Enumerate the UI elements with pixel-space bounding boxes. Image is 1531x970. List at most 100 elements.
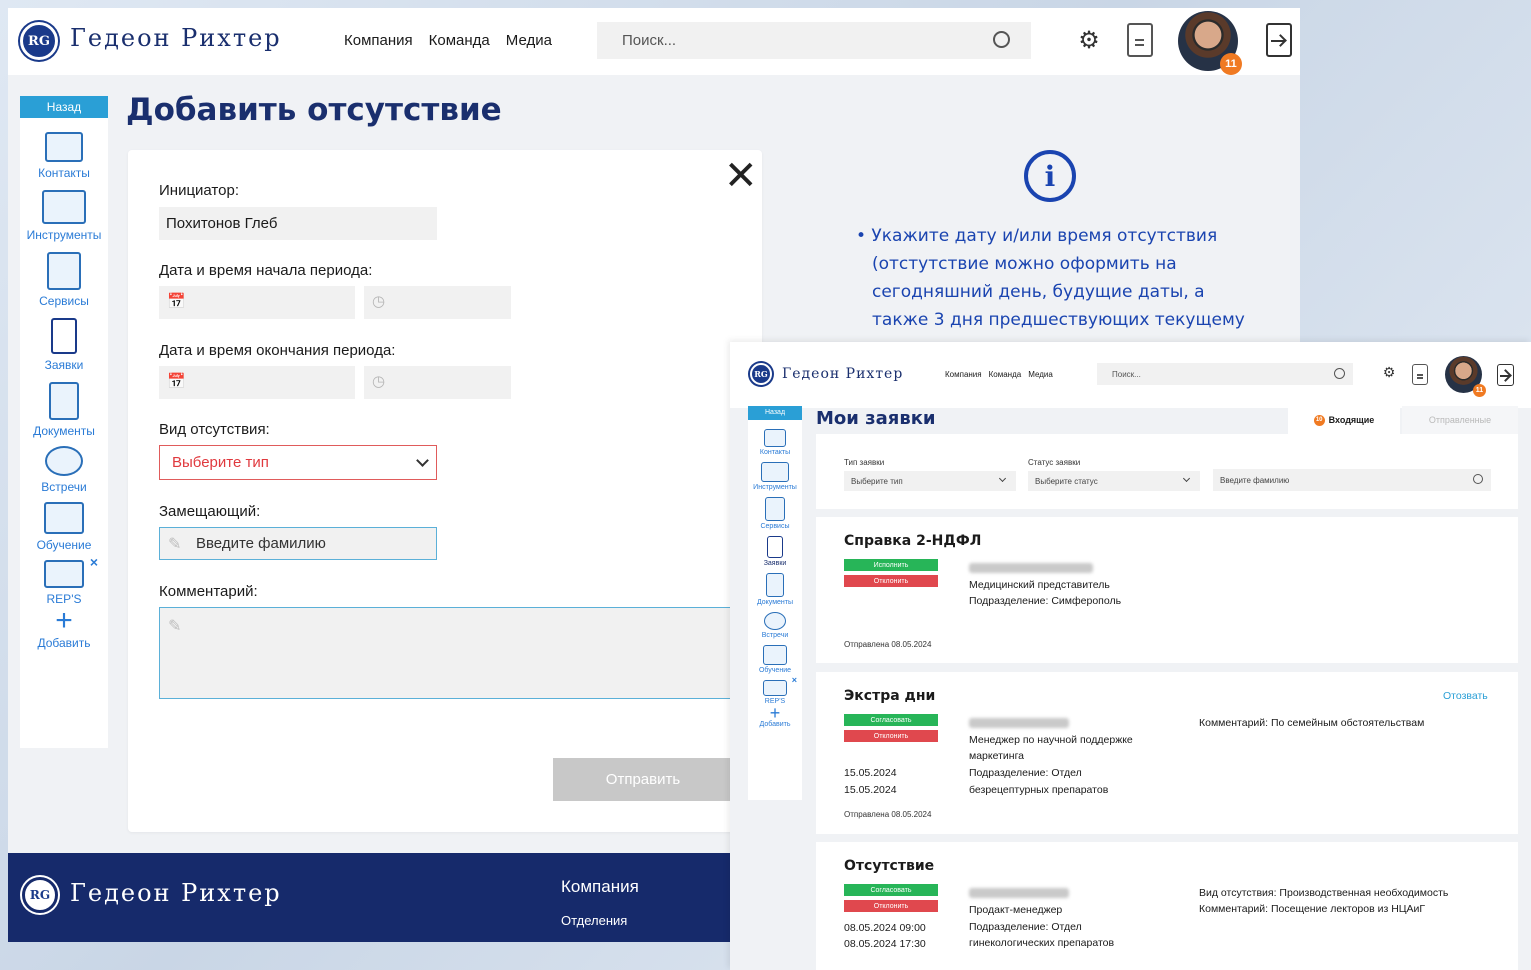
meetings-icon (764, 612, 786, 630)
training-icon (762, 645, 787, 665)
footer-logo-icon[interactable]: RG (22, 877, 58, 913)
close-icon[interactable]: × (90, 554, 98, 570)
plus-icon: + (55, 604, 73, 637)
documents-icon (766, 573, 784, 597)
search-input[interactable]: Поиск... (597, 22, 1031, 59)
end-date-input[interactable]: 📅 (159, 366, 355, 399)
brand-logo-icon[interactable]: RG (20, 22, 58, 60)
settings-gear-icon[interactable]: ⚙ (1077, 26, 1101, 54)
absence-type-select[interactable]: Выберите тип (159, 445, 437, 480)
status-filter-select[interactable]: Выберите статус (1028, 471, 1200, 491)
requests-icon (51, 318, 77, 354)
sidebar-item-tools[interactable]: Инструменты (753, 462, 797, 491)
nav-item-company[interactable]: Компания (344, 32, 413, 49)
sidebar-item-tools[interactable]: Инструменты (27, 190, 101, 242)
close-icon[interactable]: × (792, 675, 797, 685)
sidebar-item-training[interactable]: Обучение (37, 502, 91, 552)
info-line: сегодняшний день, будущие даты, а (872, 282, 1205, 302)
reject-button[interactable]: Отклонить (844, 575, 938, 587)
document-icon[interactable] (1412, 364, 1428, 385)
deputy-label: Замещающий: (159, 503, 261, 520)
reject-button[interactable]: Отклонить (844, 900, 938, 912)
request-card: Отсутствие Согласовать Отклонить Продакт… (816, 842, 1518, 970)
footer-link-departments[interactable]: Отделения (561, 913, 627, 928)
brand-name: Гедеон Рихтер (70, 24, 282, 52)
sidebar-item-services[interactable]: Сервисы (760, 497, 790, 530)
sidebar-label: Сервисы (39, 294, 89, 308)
execute-button[interactable]: Исполнить (844, 559, 938, 571)
comment-textarea[interactable]: ✎ (159, 607, 739, 699)
status-filter-label: Статус заявки (1028, 458, 1081, 467)
sidebar-item-reps[interactable]: × REP'S (44, 554, 98, 606)
start-period-label: Дата и время начала периода: (159, 262, 373, 279)
contacts-icon (45, 132, 83, 162)
search-icon[interactable] (993, 31, 1010, 48)
notification-badge: 11 (1220, 53, 1242, 75)
start-date-input[interactable]: 📅 (159, 286, 355, 319)
sidebar-item-documents[interactable]: Документы (757, 573, 793, 606)
sidebar-item-services[interactable]: Сервисы (39, 252, 89, 308)
sidebar-item-documents[interactable]: Документы (33, 382, 95, 438)
back-button[interactable]: Назад (748, 406, 802, 420)
sidebar-item-contacts[interactable]: Контакты (760, 429, 790, 456)
brand-logo-icon[interactable]: RG (750, 363, 772, 385)
footer-heading[interactable]: Компания (561, 877, 639, 897)
settings-gear-icon[interactable]: ⚙ (1382, 365, 1396, 381)
pencil-icon: ✎ (168, 536, 182, 553)
submit-button[interactable]: Отправить (553, 758, 733, 801)
date-from: 15.05.2024 (844, 767, 897, 779)
tools-icon (41, 190, 86, 224)
sidebar-label: Добавить (37, 636, 91, 650)
sidebar-item-contacts[interactable]: Контакты (38, 132, 90, 180)
end-period-label: Дата и время окончания периода: (159, 342, 396, 359)
logout-icon[interactable] (1497, 364, 1514, 386)
approve-button[interactable]: Согласовать (844, 884, 938, 896)
surname-search-input[interactable]: Введите фамилию (1213, 469, 1491, 491)
search-input[interactable]: Поиск... (1097, 363, 1353, 385)
sidebar-item-add[interactable]: + Добавить (37, 604, 91, 651)
page-title: Мои заявки (816, 408, 936, 429)
nav-item-team[interactable]: Команда (989, 370, 1022, 379)
sidebar-item-reps[interactable]: × REP'S (763, 675, 797, 705)
tab-incoming[interactable]: 10 Входящие (1288, 406, 1400, 434)
meetings-icon (45, 446, 83, 476)
notification-badge: 11 (1473, 384, 1486, 397)
reps-icon (763, 680, 787, 696)
approve-button[interactable]: Согласовать (844, 714, 938, 726)
nav-item-company[interactable]: Компания (945, 370, 982, 379)
user-avatar[interactable]: 11 (1178, 11, 1242, 75)
employee-department: Подразделение: Отдел (969, 767, 1082, 779)
deputy-input[interactable]: ✎ Введите фамилию (159, 527, 437, 560)
end-time-input[interactable]: ◷ (364, 366, 511, 399)
clock-icon: ◷ (372, 293, 386, 310)
recall-link[interactable]: Отозвать (1443, 690, 1488, 702)
type-filter-select[interactable]: Выберите тип (844, 471, 1016, 491)
clock-icon: ◷ (372, 373, 386, 390)
sidebar-item-requests[interactable]: Заявки (45, 318, 83, 372)
brand-name: Гедеон Рихтер (782, 366, 904, 382)
plus-icon: + (769, 703, 781, 723)
sidebar-label: Сервисы (760, 523, 790, 530)
sidebar-label: Контакты (759, 449, 791, 456)
nav-item-team[interactable]: Команда (429, 32, 490, 49)
sidebar-item-requests[interactable]: Заявки (764, 536, 786, 567)
tab-sent[interactable]: Отправленные (1402, 406, 1518, 434)
user-avatar[interactable]: 11 (1445, 356, 1486, 397)
document-icon[interactable] (1127, 23, 1153, 57)
nav-item-media[interactable]: Медиа (1028, 370, 1053, 379)
sidebar-item-add[interactable]: + Добавить (760, 703, 791, 728)
sidebar-item-meetings[interactable]: Встречи (41, 446, 87, 494)
close-icon[interactable]: ✕ (724, 156, 758, 196)
sidebar-item-training[interactable]: Обучение (759, 645, 791, 674)
reject-button[interactable]: Отклонить (844, 730, 938, 742)
sidebar-label: Встречи (761, 632, 789, 639)
search-icon[interactable] (1473, 474, 1483, 484)
sidebar-item-meetings[interactable]: Встречи (761, 612, 789, 639)
logout-icon[interactable] (1266, 23, 1292, 57)
request-comment: Комментарий: Посещение лекторов из НЦАиГ (1199, 903, 1426, 915)
employee-position: Менеджер по научной поддержке (969, 734, 1133, 746)
nav-item-media[interactable]: Медиа (506, 32, 552, 49)
search-icon[interactable] (1334, 368, 1345, 379)
back-button[interactable]: Назад (20, 96, 108, 118)
start-time-input[interactable]: ◷ (364, 286, 511, 319)
